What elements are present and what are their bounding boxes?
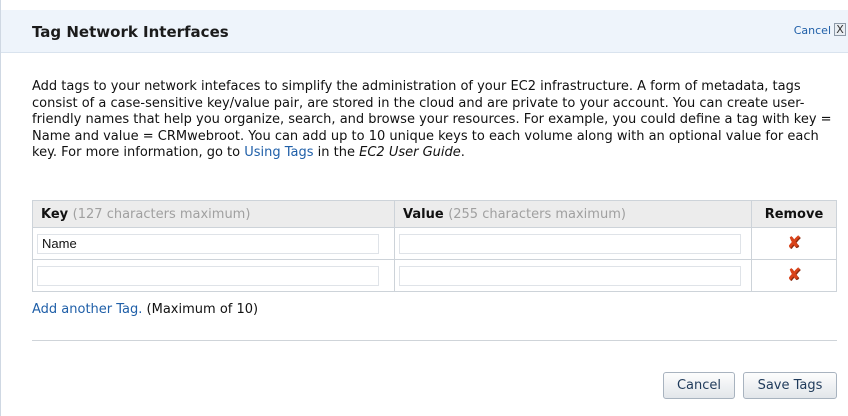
divider <box>32 340 837 341</box>
intro-text-part: in the <box>313 145 360 160</box>
tags-table: Key (127 characters maximum) Value (255 … <box>32 200 837 292</box>
intro-text-part: . <box>460 145 465 160</box>
add-tag-line: Add another Tag. (Maximum of 10) <box>32 302 258 317</box>
remove-x-icon[interactable]: ✘ <box>787 235 801 252</box>
intro-text: Add tags to your network intefaces to si… <box>32 79 837 162</box>
tag-key-input[interactable] <box>37 265 379 286</box>
tag-value-input[interactable] <box>399 265 741 286</box>
dialog-header: Tag Network Interfaces Cancel X <box>1 10 848 53</box>
table-row: ✘ <box>32 259 837 292</box>
max-tags-note: (Maximum of 10) <box>142 302 259 317</box>
table-row: ✘ <box>32 227 837 260</box>
dialog-title: Tag Network Interfaces <box>32 23 229 41</box>
key-cell <box>32 259 395 292</box>
using-tags-link[interactable]: Using Tags <box>244 145 313 160</box>
remove-x-icon[interactable]: ✘ <box>787 267 801 284</box>
table-header-row: Key (127 characters maximum) Value (255 … <box>32 200 837 228</box>
key-cell <box>32 227 395 260</box>
value-cell <box>394 227 752 260</box>
value-header-label: Value <box>403 206 444 222</box>
tag-key-input[interactable] <box>37 233 379 254</box>
tag-value-input[interactable] <box>399 233 741 254</box>
value-column-header: Value (255 characters maximum) <box>394 200 752 228</box>
key-column-header: Key (127 characters maximum) <box>32 200 395 228</box>
add-another-tag-link[interactable]: Add another Tag. <box>32 302 142 317</box>
cancel-button[interactable]: Cancel <box>663 372 735 399</box>
remove-cell: ✘ <box>751 259 837 292</box>
guide-name: EC2 User Guide <box>359 145 461 160</box>
close-icon[interactable]: X <box>834 23 846 36</box>
remove-cell: ✘ <box>751 227 837 260</box>
tag-dialog: Tag Network Interfaces Cancel X Add tags… <box>0 0 848 416</box>
save-tags-button[interactable]: Save Tags <box>743 372 837 399</box>
header-cancel-link[interactable]: Cancel <box>794 24 831 37</box>
key-header-label: Key <box>41 206 69 222</box>
value-header-hint: (255 characters maximum) <box>448 206 626 222</box>
key-header-hint: (127 characters maximum) <box>72 206 251 222</box>
remove-column-header: Remove <box>751 200 837 228</box>
value-cell <box>394 259 752 292</box>
